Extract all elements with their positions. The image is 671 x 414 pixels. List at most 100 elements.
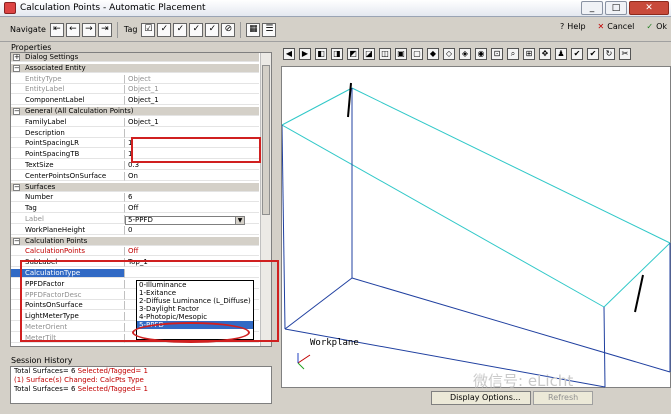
property-category[interactable]: − Calculation Points [11, 236, 259, 246]
property-category[interactable]: + Dialog Settings [11, 53, 259, 62]
property-category[interactable]: − Associated Entity [11, 63, 259, 73]
close-button[interactable]: ✕ [629, 1, 669, 15]
category-label: Calculation Points [11, 237, 259, 246]
chevron-down-icon[interactable]: ▼ [235, 217, 244, 224]
last-record-icon[interactable]: ⇥ [97, 22, 112, 37]
view-front-icon[interactable]: ◨ [331, 48, 343, 60]
session-log-line: Total Surfaces= 6 Selected/Tagged= 1 [11, 385, 271, 394]
property-value[interactable]: Object_1 [125, 85, 259, 95]
tag-select-icon[interactable]: ✓ [205, 22, 220, 37]
property-category[interactable]: − Surfaces [11, 182, 259, 192]
bottom-bar: Display Options... Refresh [281, 389, 671, 414]
property-value[interactable]: Object_1 [125, 118, 259, 127]
property-row[interactable]: WorkPlaneHeight 0 [11, 225, 259, 235]
tag-all-icon[interactable]: ✓ [157, 22, 172, 37]
minimize-button[interactable]: _ [581, 1, 603, 15]
refresh-button[interactable]: Refresh [533, 391, 593, 405]
ppfd-highlight-ellipse [132, 322, 250, 343]
first-record-icon[interactable]: ⇤ [49, 22, 64, 37]
ok-label: Ok [656, 22, 667, 31]
tag-clear-icon[interactable]: ⊘ [221, 22, 236, 37]
view-back-icon[interactable]: ◪ [363, 48, 375, 60]
expand-toggle-icon[interactable]: − [13, 64, 20, 72]
property-name: Label [11, 215, 125, 224]
next-record-icon[interactable]: → [81, 22, 96, 37]
property-value[interactable]: Object [125, 75, 259, 84]
property-value[interactable]: Off [125, 247, 259, 257]
navigate-label: Navigate [10, 25, 46, 34]
view-iso-icon[interactable]: ◫ [379, 48, 391, 60]
expand-toggle-icon[interactable]: − [13, 108, 20, 115]
view-wire-icon[interactable]: ▢ [411, 48, 423, 60]
property-category[interactable]: − General (All Calculation Points) [11, 107, 259, 116]
zoom-icon[interactable]: ⌕ [507, 48, 519, 60]
session-log-line: Total Surfaces= 6 Selected/Tagged= 1 [11, 367, 271, 376]
property-row[interactable]: ComponentLabel Object_1 [11, 96, 259, 106]
prev-record-icon[interactable]: ← [65, 22, 80, 37]
property-name: EntityLabel [11, 85, 125, 95]
tag-view-2-icon[interactable]: ✔ [587, 48, 599, 60]
tag-checkbox-icon[interactable]: ☑ [141, 22, 156, 37]
property-row[interactable]: CenterPointsOnSurface On [11, 171, 259, 181]
property-value[interactable]: Object_1 [125, 96, 259, 106]
property-row[interactable]: Number 6 [11, 193, 259, 203]
grid-icon[interactable]: ▦ [246, 22, 261, 37]
ok-button[interactable]: ✓ Ok [646, 22, 667, 31]
window-title: Calculation Points - Automatic Placement [20, 3, 206, 13]
tag-view-icon[interactable]: ✔ [571, 48, 583, 60]
property-name: FamilyLabel [11, 117, 125, 127]
help-button[interactable]: ? Help [560, 22, 586, 31]
property-name: PointSpacingTB [11, 150, 125, 160]
list-icon[interactable]: ☰ [262, 22, 277, 37]
app-icon [4, 2, 16, 14]
property-value[interactable]: 0 [125, 226, 259, 235]
tag-filter-icon[interactable]: ✓ [173, 22, 188, 37]
property-name: Description [11, 128, 125, 138]
log-text: Total Surfaces= 6 [14, 367, 78, 375]
rotate-icon[interactable]: ↻ [603, 48, 615, 60]
view-cube-icon[interactable]: ▣ [395, 48, 407, 60]
cancel-label: Cancel [607, 22, 635, 31]
render-solid-icon[interactable]: ◇ [443, 48, 455, 60]
workplane-label: Workplane [310, 338, 359, 348]
spacing-highlight-box [131, 137, 261, 163]
checkmark-icon: ✓ [646, 22, 654, 31]
property-row[interactable]: CalculationPoints Off [11, 247, 259, 257]
window-controls: _ □ ✕ [581, 1, 669, 15]
category-label: Associated Entity [11, 64, 259, 73]
property-name: Number [11, 193, 125, 203]
maximize-button[interactable]: □ [605, 1, 627, 15]
display-options-button[interactable]: Display Options... [431, 391, 531, 405]
tag-invert-icon[interactable]: ✓ [189, 22, 204, 37]
expand-toggle-icon[interactable]: − [13, 237, 20, 245]
view-side-icon[interactable]: ◩ [347, 48, 359, 60]
toolbar-divider [240, 21, 242, 38]
help-label: Help [567, 22, 586, 31]
property-value[interactable]: On [125, 172, 259, 181]
expand-toggle-icon[interactable]: − [13, 183, 20, 191]
cancel-button[interactable]: ✕ Cancel [598, 22, 635, 31]
property-row[interactable]: Tag Off [11, 204, 259, 214]
scissors-icon[interactable]: ✂ [619, 48, 631, 60]
scrollbar-thumb[interactable] [262, 65, 270, 215]
dialog-actions: ? Help ✕ Cancel ✓ Ok [560, 22, 667, 31]
property-row[interactable]: EntityLabel Object_1 [11, 85, 259, 95]
walk-icon[interactable]: ♟ [555, 48, 567, 60]
forward-icon[interactable]: ▶ [299, 48, 311, 60]
calculation-type-select[interactable]: 5-PPFD ▼ [125, 216, 245, 225]
property-value[interactable]: Off [125, 204, 259, 214]
pan-icon[interactable]: ✥ [539, 48, 551, 60]
property-name: ComponentLabel [11, 96, 125, 106]
render-icon[interactable]: ◆ [427, 48, 439, 60]
property-row[interactable]: EntityType Object [11, 74, 259, 84]
expand-toggle-icon[interactable]: + [13, 54, 20, 61]
render-hidden-icon[interactable]: ◉ [475, 48, 487, 60]
view-top-icon[interactable]: ◧ [315, 48, 327, 60]
property-row[interactable]: FamilyLabel Object_1 [11, 117, 259, 127]
zoom-extents-icon[interactable]: ⊡ [491, 48, 503, 60]
back-icon[interactable]: ◀ [283, 48, 295, 60]
render-lines-icon[interactable]: ◈ [459, 48, 471, 60]
zoom-window-icon[interactable]: ⊞ [523, 48, 535, 60]
session-history-log: Total Surfaces= 6 Selected/Tagged= 1 (1) … [10, 366, 272, 404]
property-value[interactable]: 6 [125, 193, 259, 203]
